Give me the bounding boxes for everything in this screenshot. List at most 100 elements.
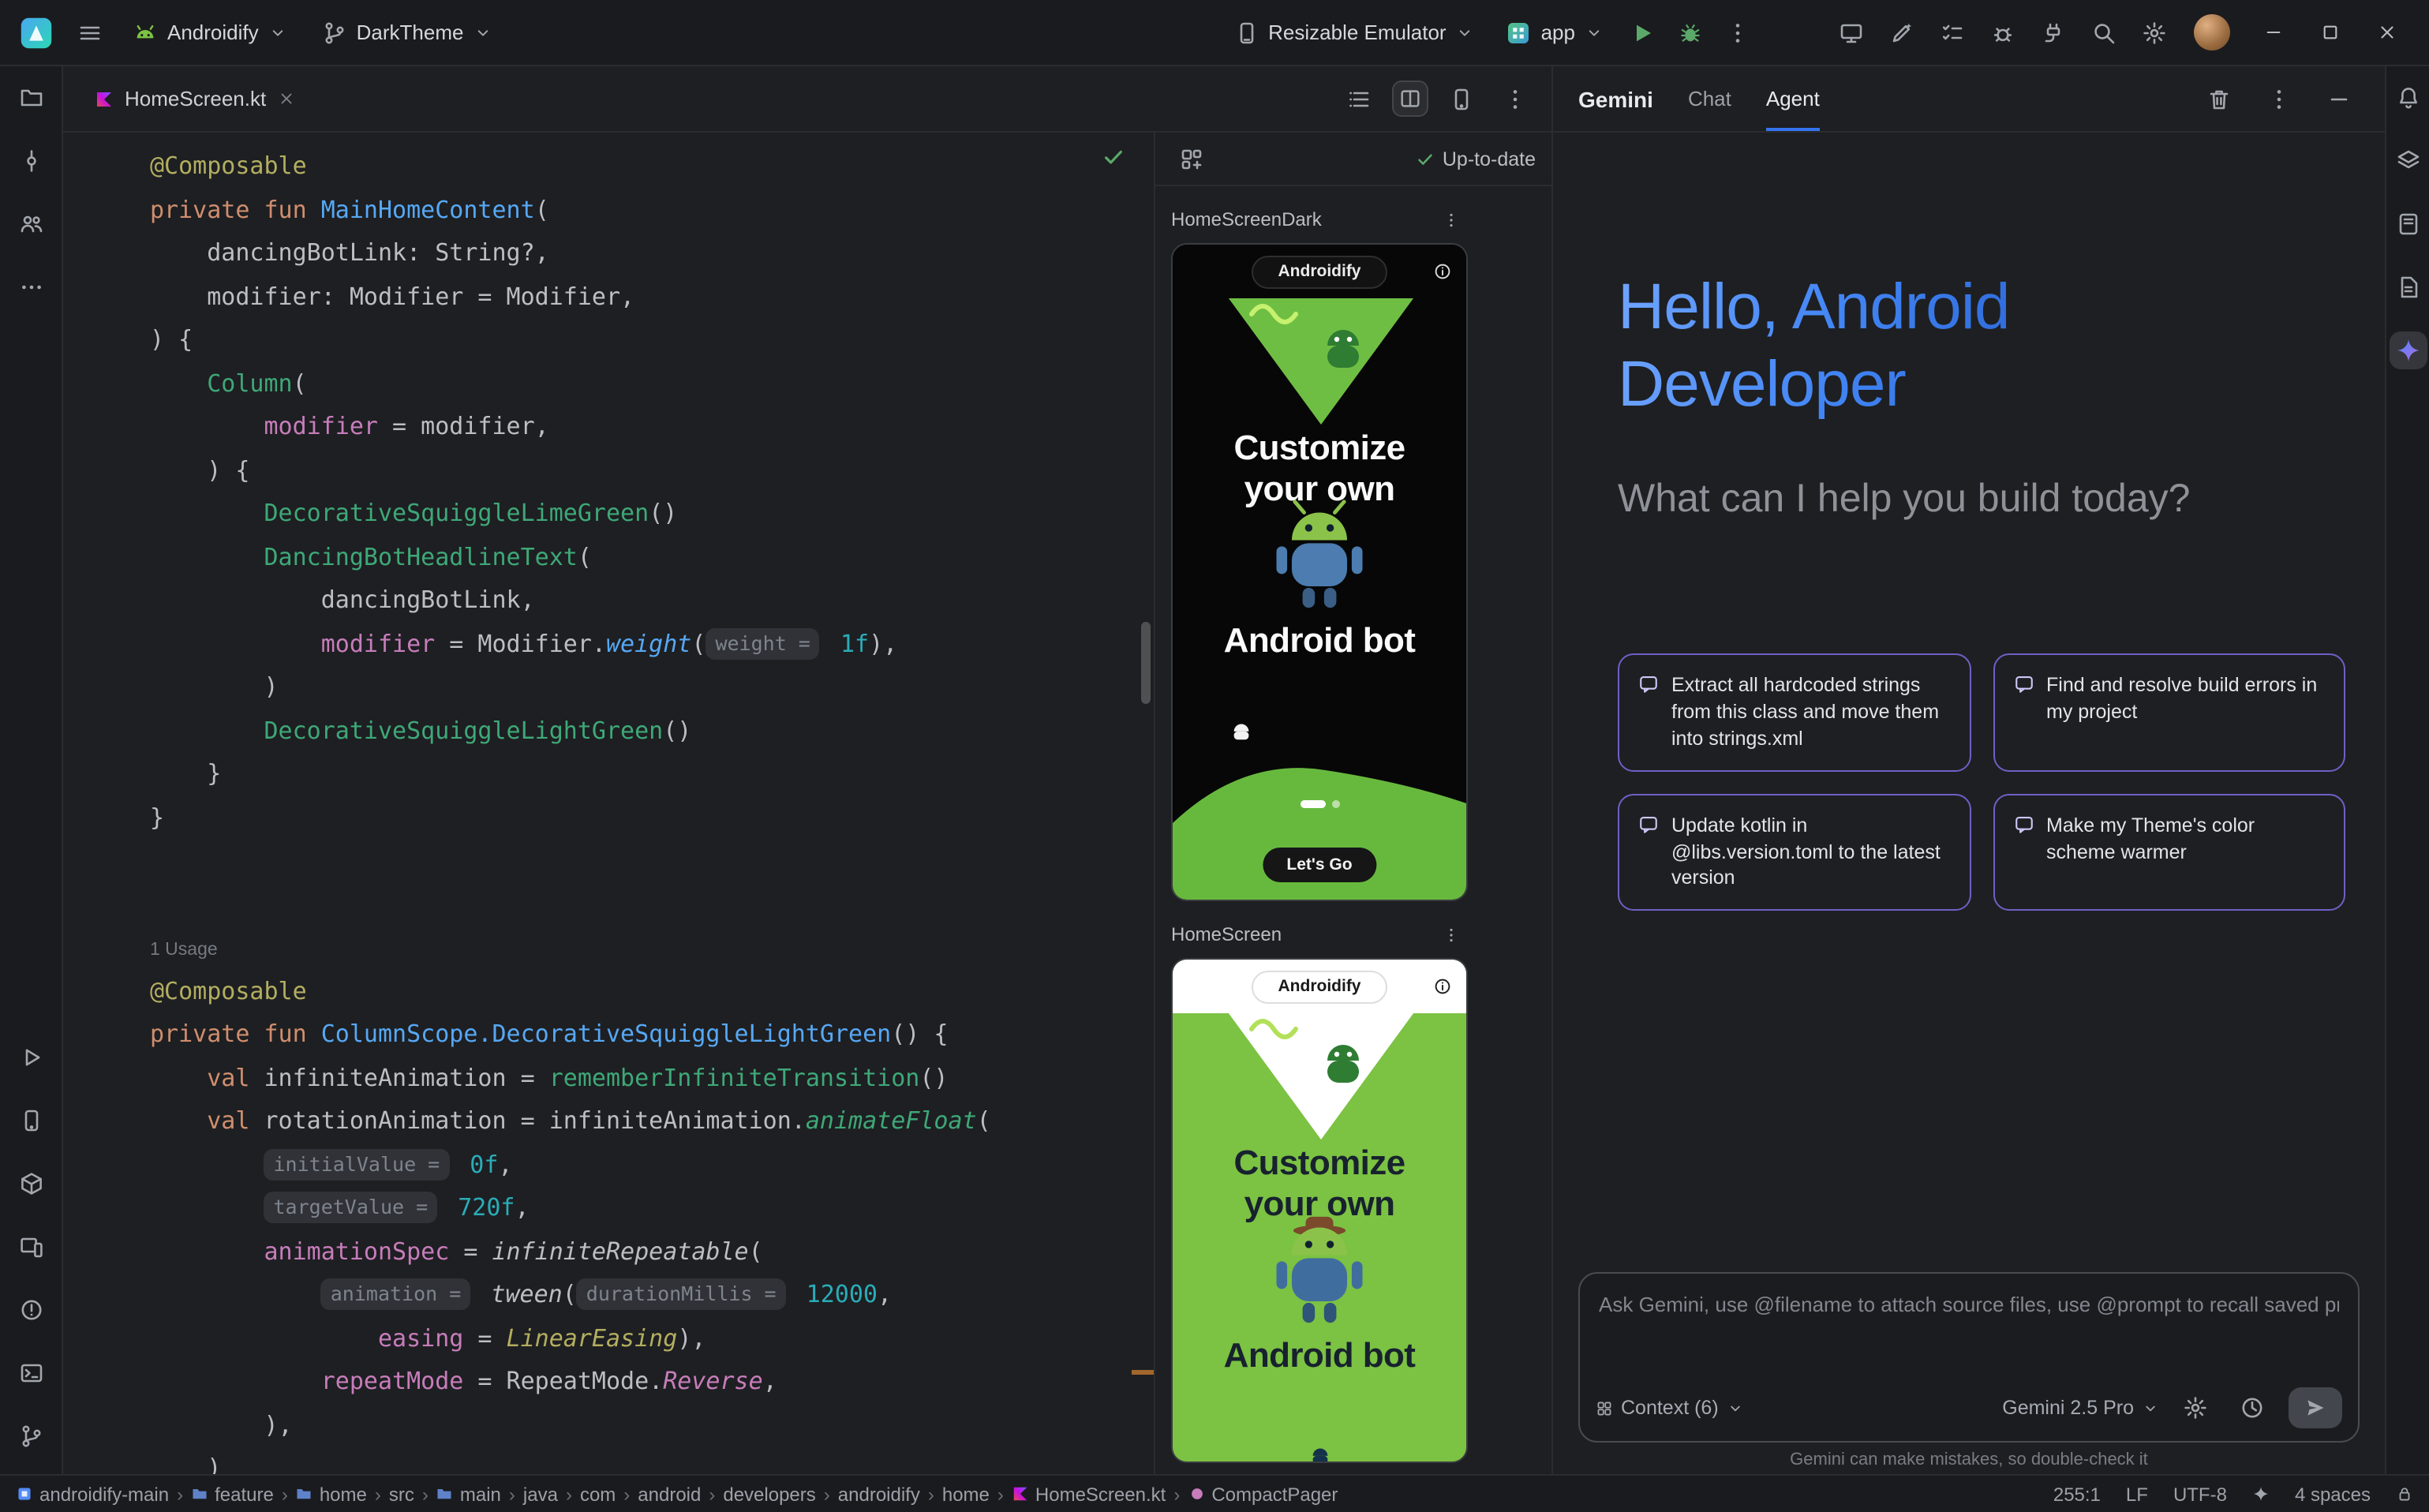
code-editor[interactable]: @Composableprivate fun MainHomeContent( … bbox=[63, 133, 1154, 1474]
breadcrumb-java[interactable]: java bbox=[523, 1483, 558, 1505]
code-line: ), bbox=[150, 1404, 1154, 1447]
preview-menu-icon[interactable] bbox=[1443, 211, 1460, 228]
context-selector[interactable]: Context (6) bbox=[1596, 1397, 1744, 1419]
breadcrumb-separator: › bbox=[566, 1483, 572, 1505]
preview-grid-layout-button[interactable] bbox=[1171, 138, 1212, 179]
indent-selector[interactable]: 4 spaces bbox=[2295, 1483, 2371, 1505]
run-config-selector[interactable]: app bbox=[1494, 13, 1616, 51]
profiler-button[interactable] bbox=[2389, 142, 2427, 180]
left-tool-strip bbox=[0, 66, 63, 1474]
send-icon bbox=[2304, 1397, 2326, 1419]
tab-close-icon[interactable] bbox=[277, 90, 294, 107]
caret-position[interactable]: 255:1 bbox=[2053, 1483, 2101, 1505]
breadcrumb-separator: › bbox=[623, 1483, 630, 1505]
breadcrumb-com[interactable]: com bbox=[580, 1483, 616, 1505]
breadcrumb-CompactPager[interactable]: CompactPager bbox=[1188, 1483, 1338, 1505]
encoding-selector[interactable]: UTF-8 bbox=[2173, 1483, 2227, 1505]
branch-selector[interactable]: DarkTheme bbox=[309, 13, 505, 51]
gemini-settings-icon[interactable] bbox=[2175, 1387, 2216, 1428]
run-tool-button[interactable] bbox=[7, 1034, 54, 1081]
editor-options-button[interactable] bbox=[1495, 78, 1536, 119]
readonly-lock-icon[interactable] bbox=[2396, 1485, 2413, 1503]
breadcrumb-androidify-main[interactable]: androidify-main bbox=[16, 1483, 169, 1505]
app-quality-insights-button[interactable] bbox=[1982, 12, 2023, 53]
window-close-button[interactable] bbox=[2363, 9, 2410, 56]
device-mirroring-button[interactable] bbox=[1831, 12, 1872, 53]
tab-title: HomeScreen.kt bbox=[125, 87, 266, 110]
suggestion-card-3[interactable]: Update kotlin in @libs.version.toml to t… bbox=[1618, 793, 1971, 911]
ai-actions-button[interactable] bbox=[1881, 12, 1922, 53]
send-button[interactable] bbox=[2289, 1387, 2342, 1428]
project-selector[interactable]: Androidify bbox=[120, 13, 300, 51]
breadcrumb-src[interactable]: src bbox=[389, 1483, 414, 1505]
notifications-button[interactable] bbox=[2389, 79, 2427, 117]
editor-scrollbar[interactable] bbox=[1141, 622, 1151, 704]
breadcrumb-separator: › bbox=[1173, 1483, 1180, 1505]
preview-label-homescreen: HomeScreen bbox=[1171, 923, 1460, 945]
settings-button[interactable] bbox=[2134, 12, 2175, 53]
commit-tool-button[interactable] bbox=[7, 137, 54, 185]
search-everywhere-button[interactable] bbox=[2083, 12, 2124, 53]
device-explorer-button[interactable] bbox=[2389, 205, 2427, 243]
preview-menu-icon[interactable] bbox=[1443, 926, 1460, 943]
gemini-options-button[interactable] bbox=[2259, 78, 2300, 119]
editor-mode-design-button[interactable] bbox=[1441, 78, 1482, 119]
line-ending-selector[interactable]: LF bbox=[2126, 1483, 2148, 1505]
editor-mode-code-button[interactable] bbox=[1338, 78, 1379, 119]
breadcrumb-androidify[interactable]: androidify bbox=[838, 1483, 920, 1505]
more-tool-windows-button[interactable] bbox=[7, 264, 54, 311]
clear-chat-button[interactable] bbox=[2199, 78, 2240, 119]
more-run-actions-button[interactable] bbox=[1717, 12, 1758, 53]
terminal-tool-button[interactable] bbox=[7, 1349, 54, 1397]
inspections-ok-icon[interactable] bbox=[1102, 145, 1125, 169]
tab-chat[interactable]: Chat bbox=[1688, 66, 1731, 131]
app-module-icon bbox=[1506, 20, 1532, 45]
breadcrumb-developers[interactable]: developers bbox=[723, 1483, 815, 1505]
gemini-history-icon[interactable] bbox=[2232, 1387, 2273, 1428]
editor-tab-homescreen[interactable]: HomeScreen.kt bbox=[79, 66, 310, 131]
titlebar-right bbox=[1831, 9, 2416, 56]
suggestion-card-1[interactable]: Extract all hardcoded strings from this … bbox=[1618, 653, 1971, 771]
breadcrumb-HomeScreen.kt[interactable]: HomeScreen.kt bbox=[1012, 1483, 1166, 1505]
main-menu-button[interactable] bbox=[69, 12, 110, 53]
version-control-button[interactable] bbox=[7, 1413, 54, 1460]
window-maximize-button[interactable] bbox=[2306, 9, 2353, 56]
avatar[interactable] bbox=[2194, 14, 2230, 51]
run-button[interactable] bbox=[1622, 12, 1664, 53]
gemini-input[interactable] bbox=[1599, 1293, 2339, 1316]
model-selector[interactable]: Gemini 2.5 Pro bbox=[2002, 1397, 2159, 1419]
logcat-button[interactable] bbox=[2389, 268, 2427, 306]
sync-plugins-button[interactable] bbox=[2033, 12, 2074, 53]
suggestion-card-4[interactable]: Make my Theme's color scheme warmer bbox=[1993, 793, 2345, 911]
breadcrumb-main[interactable]: main bbox=[436, 1483, 501, 1505]
window-minimize-button[interactable] bbox=[2249, 9, 2296, 56]
hide-panel-button[interactable] bbox=[2319, 78, 2360, 119]
gemini-actions bbox=[2199, 78, 2360, 119]
running-devices-button[interactable] bbox=[7, 1223, 54, 1271]
lets-go-button[interactable]: Let's Go bbox=[1263, 848, 1375, 882]
preview-render-homescreen[interactable]: Androidify Customizeyour own bbox=[1171, 958, 1468, 1463]
breadcrumb-android[interactable]: android bbox=[638, 1483, 701, 1505]
suggestion-card-2[interactable]: Find and resolve build errors in my proj… bbox=[1993, 653, 2345, 771]
project-tool-button[interactable] bbox=[7, 74, 54, 122]
ai-status-icon[interactable] bbox=[2252, 1485, 2270, 1503]
pull-requests-tool-button[interactable] bbox=[7, 200, 54, 248]
debug-button[interactable] bbox=[1670, 12, 1711, 53]
preview-render-homescreendark[interactable]: Androidify Customizeyour own bbox=[1171, 243, 1468, 901]
todo-list-button[interactable] bbox=[1932, 12, 1973, 53]
breadcrumb-home[interactable]: home bbox=[296, 1483, 367, 1505]
breadcrumb-feature[interactable]: feature bbox=[191, 1483, 274, 1505]
tab-agent[interactable]: Agent bbox=[1766, 66, 1820, 131]
build-tool-button[interactable] bbox=[7, 1160, 54, 1207]
editor-view-modes bbox=[1338, 78, 1536, 119]
editor-tab-bar: HomeScreen.kt bbox=[63, 66, 1551, 133]
gemini-tool-button[interactable] bbox=[2389, 331, 2427, 369]
statusbar-right: 255:1 LF UTF-8 4 spaces bbox=[2053, 1483, 2413, 1505]
device-selector[interactable]: Resizable Emulator bbox=[1221, 13, 1487, 51]
problems-tool-button[interactable] bbox=[7, 1286, 54, 1334]
preview-name[interactable]: HomeScreen bbox=[1171, 923, 1282, 945]
breadcrumb-home[interactable]: home bbox=[942, 1483, 990, 1505]
device-manager-button[interactable] bbox=[7, 1097, 54, 1144]
editor-mode-split-button[interactable] bbox=[1392, 80, 1428, 117]
preview-name[interactable]: HomeScreenDark bbox=[1171, 208, 1322, 230]
